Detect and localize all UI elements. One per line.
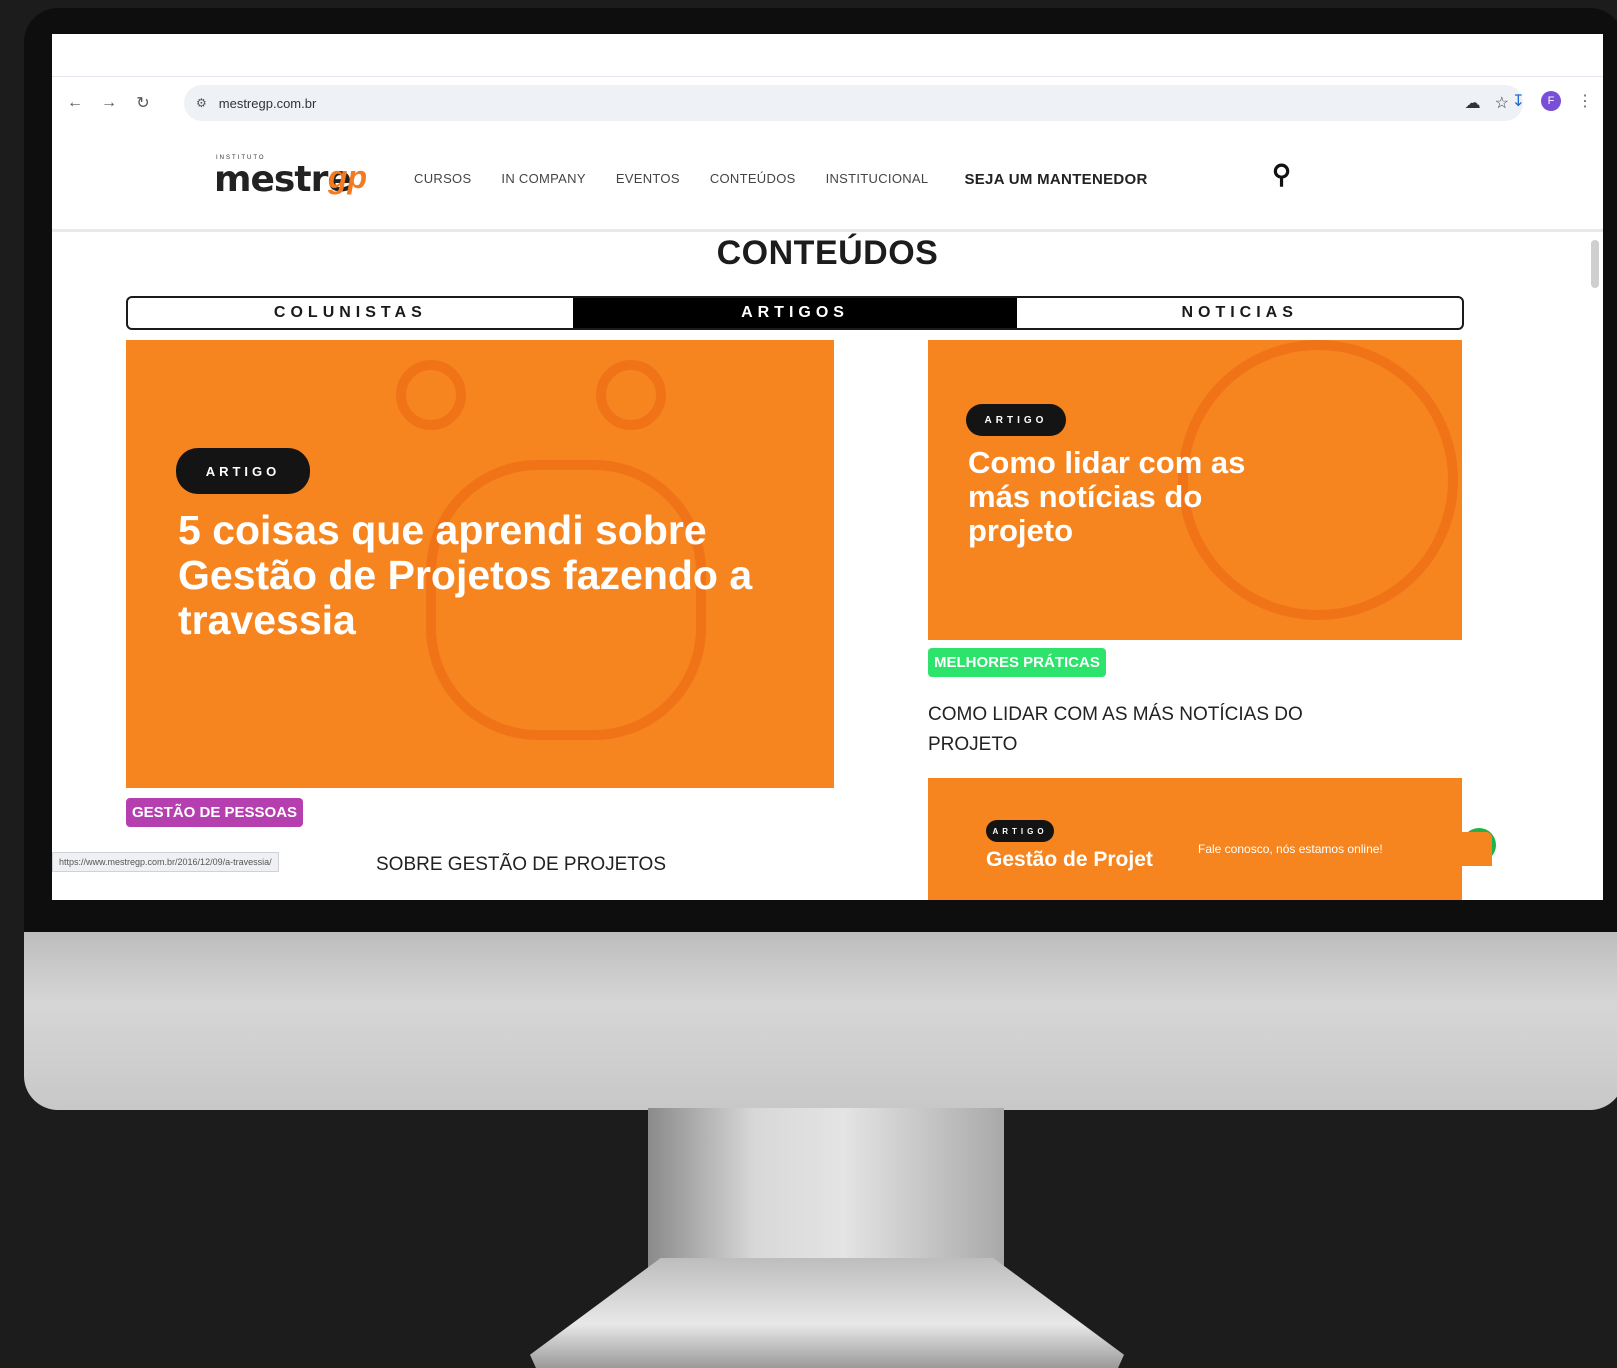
site-settings-icon[interactable]: ⚙ — [196, 96, 207, 110]
page-title: CONTEÚDOS — [716, 234, 939, 272]
article-title-caption[interactable]: COMO LIDAR COM AS MÁS NOTÍCIAS DO PROJET… — [928, 700, 1368, 760]
site-header: INSTITUTO mestre gp CURSOS IN COMPANY EV… — [52, 129, 1603, 232]
decor-circle — [596, 360, 666, 430]
article-headline[interactable]: Como lidar com as más notícias do projet… — [968, 445, 1268, 548]
browser-menu-icon[interactable]: ⋮ — [1577, 91, 1593, 111]
menu-item-eventos[interactable]: EVENTOS — [616, 171, 680, 188]
category-badge-gestao-pessoas[interactable]: GESTÃO DE PESSOAS — [126, 798, 304, 827]
bookmark-star-icon[interactable]: ☆ — [1495, 93, 1509, 113]
category-badge-melhores-praticas[interactable]: MELHORES PRÁTICAS — [928, 648, 1106, 677]
monitor-chin — [24, 932, 1617, 1110]
reload-icon[interactable]: ↻ — [126, 93, 160, 113]
article-card-featured[interactable]: ARTIGO 5 coisas que aprendi sobre Gestão… — [126, 340, 834, 788]
article-type-pill: ARTIGO — [986, 820, 1054, 842]
status-url: https://www.mestregp.com.br/2016/12/09/a… — [59, 857, 272, 867]
browser-tabstrip — [52, 34, 1603, 77]
article-headline[interactable]: 5 coisas que aprendi sobre Gestão de Pro… — [178, 507, 778, 643]
site-logo[interactable]: INSTITUTO mestre gp — [212, 151, 382, 201]
main-menu: CURSOS IN COMPANY EVENTOS CONTEÚDOS INST… — [414, 171, 1148, 188]
monitor-stand-neck — [648, 1108, 1004, 1268]
forward-arrow-icon[interactable]: → — [92, 94, 126, 112]
decor-circle — [396, 360, 466, 430]
browser-screen: ← → ↻ ⚙ mestregp.com.br ☁ ☆ ↧ F ⋮ INSTIT… — [52, 34, 1603, 900]
browser-toolbar: ← → ↻ ⚙ mestregp.com.br ☁ ☆ ↧ F ⋮ — [52, 77, 1603, 129]
article-card-secondary[interactable]: ARTIGO Como lidar com as más notícias do… — [928, 340, 1462, 640]
chat-widget-text: Fale conosco, nós estamos online! — [1198, 842, 1383, 856]
menu-item-in-company[interactable]: IN COMPANY — [501, 171, 585, 188]
content-tabs: COLUNISTAS ARTIGOS NOTICIAS — [126, 296, 1464, 330]
chat-widget[interactable]: Fale conosco, nós estamos online! — [1182, 832, 1492, 866]
search-icon[interactable]: ⚲ — [1272, 159, 1291, 190]
menu-item-institucional[interactable]: INSTITUCIONAL — [826, 171, 929, 188]
monitor-stand-foot — [530, 1258, 1124, 1368]
cloud-icon[interactable]: ☁ — [1465, 93, 1481, 113]
tab-colunistas[interactable]: COLUNISTAS — [128, 298, 573, 328]
tab-artigos[interactable]: ARTIGOS — [572, 298, 1018, 328]
tab-noticias[interactable]: NOTICIAS — [1017, 298, 1462, 328]
article-type-pill: ARTIGO — [966, 404, 1066, 436]
back-arrow-icon[interactable]: ← — [58, 94, 92, 112]
download-icon[interactable]: ↧ — [1512, 91, 1525, 111]
menu-item-cursos[interactable]: CURSOS — [414, 171, 471, 188]
address-url[interactable]: mestregp.com.br — [219, 96, 317, 111]
menu-item-conteudos[interactable]: CONTEÚDOS — [710, 171, 796, 188]
article-type-pill: ARTIGO — [176, 448, 310, 494]
address-bar[interactable]: ⚙ mestregp.com.br ☁ ☆ — [184, 85, 1523, 121]
profile-avatar[interactable]: F — [1541, 91, 1561, 111]
menu-cta-mantenedor[interactable]: SEJA UM MANTENEDOR — [964, 171, 1147, 188]
browser-status-bar: https://www.mestregp.com.br/2016/12/09/a… — [52, 852, 279, 872]
article-title-caption[interactable]: SOBRE GESTÃO DE PROJETOS — [376, 850, 666, 880]
logo-accent-text: gp — [328, 159, 368, 195]
